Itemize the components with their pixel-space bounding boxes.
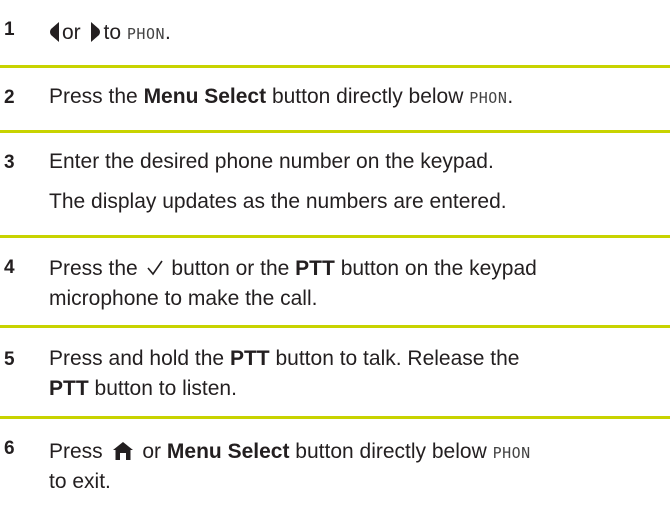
step-text: Press or Menu Select button directly bel…	[49, 441, 531, 462]
step-text-line-2: PTT button to listen.	[49, 378, 237, 399]
to-text: to	[103, 21, 122, 44]
step-number: 5	[4, 349, 15, 370]
step-text: or to PHON.	[49, 22, 171, 43]
step-subtext: The display updates as the numbers are e…	[49, 190, 507, 213]
step-number: 2	[4, 87, 15, 108]
separator	[0, 325, 670, 328]
menu-phon: PHON	[469, 89, 508, 107]
menu-phon: PHON	[492, 444, 531, 462]
check-icon	[146, 260, 163, 276]
menu-select-label: Menu Select	[143, 85, 267, 108]
step-number: 6	[4, 438, 15, 459]
ptt-label: PTT	[295, 257, 335, 280]
text: button on the keypad	[340, 257, 537, 280]
menu-select-label: Menu Select	[166, 440, 290, 463]
separator	[0, 130, 670, 133]
text: Press	[49, 440, 103, 463]
right-arrow-icon	[90, 22, 100, 42]
text: button directly below	[295, 440, 487, 463]
separator	[0, 416, 670, 419]
home-icon	[112, 442, 133, 460]
period: .	[507, 85, 514, 108]
text: button to talk. Release the	[275, 347, 520, 370]
text: or	[142, 440, 162, 463]
text: Press the	[49, 257, 138, 280]
text: Press and hold the	[49, 347, 225, 370]
step-number: 1	[4, 19, 15, 40]
text: Press the	[49, 85, 138, 108]
step-text: Press the Menu Select button directly be…	[49, 86, 513, 107]
text: button to listen.	[94, 377, 237, 400]
separator	[0, 65, 670, 68]
ptt-label: PTT	[229, 347, 270, 370]
period: .	[165, 21, 171, 44]
ptt-label: PTT	[49, 377, 89, 400]
text: button directly below	[271, 85, 464, 108]
step-text-line-2: microphone to make the call.	[49, 287, 318, 310]
left-arrow-icon	[50, 22, 59, 42]
menu-phon: PHON	[126, 25, 166, 43]
step-text-line-2: to exit.	[49, 470, 111, 493]
separator	[0, 235, 670, 238]
text: button or the	[171, 257, 290, 280]
step-number: 4	[4, 257, 15, 278]
or-text: or	[62, 21, 81, 44]
step-text: Press and hold the PTT button to talk. R…	[49, 348, 519, 369]
step-number: 3	[4, 152, 15, 173]
step-text: Enter the desired phone number on the ke…	[49, 150, 494, 173]
step-text: Press the button or the PTT button on th…	[49, 258, 537, 279]
